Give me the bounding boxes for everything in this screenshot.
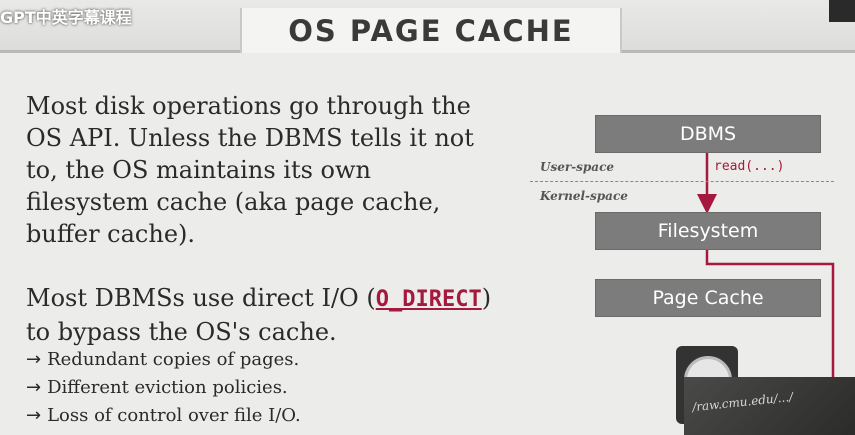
user-space-label: User-space [540,160,615,174]
board-scrawl: /raw.cmu.edu/.../ [691,389,794,415]
page-cache-box: Page Cache [595,279,821,317]
webcam-overlay: /raw.cmu.edu/.../ [684,377,855,435]
space-divider [530,181,834,182]
read-call-label: read(...) [714,159,785,174]
kernel-space-label: Kernel-space [540,189,628,203]
filesystem-box: Filesystem [595,212,821,250]
dbms-box: DBMS [595,115,821,153]
